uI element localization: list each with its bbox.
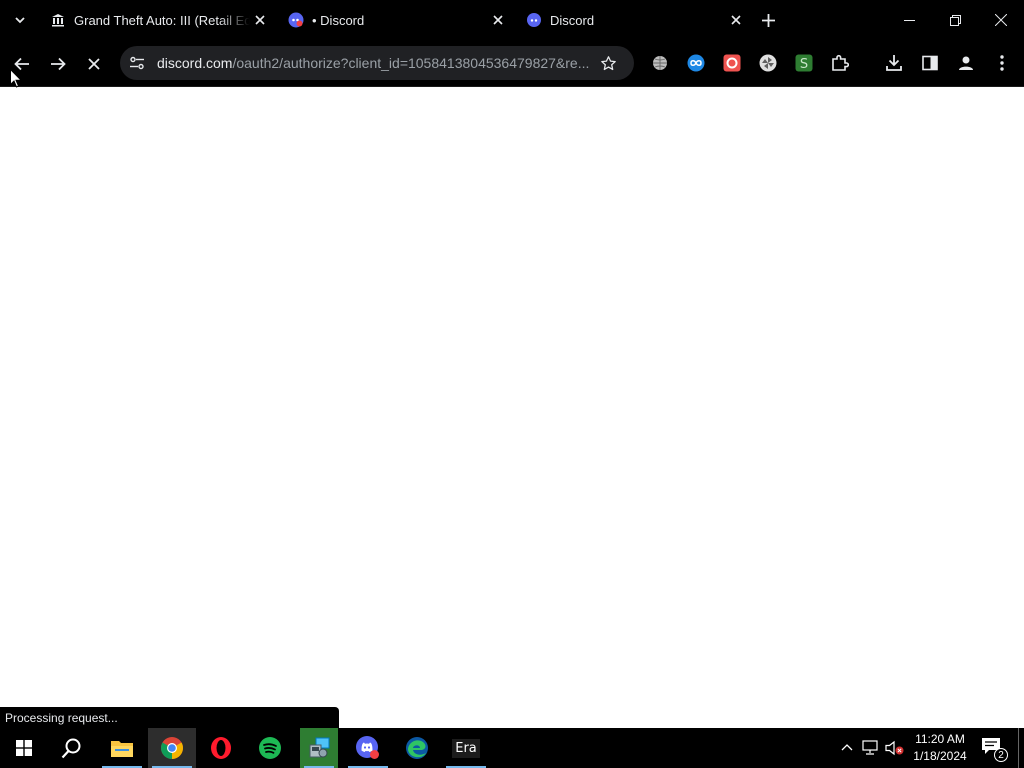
url-path: /oauth2/authorize?client_id=105841380453…: [232, 55, 590, 71]
download-icon[interactable]: [884, 53, 904, 73]
tab-discord[interactable]: Discord: [516, 0, 754, 40]
page-content: [0, 88, 1024, 728]
close-window-icon[interactable]: [978, 0, 1024, 40]
address-bar[interactable]: discord.com/oauth2/authorize?client_id=1…: [120, 46, 634, 80]
svg-text:S: S: [800, 57, 808, 72]
opera-icon[interactable]: [197, 728, 245, 768]
close-tab-icon[interactable]: [726, 10, 746, 30]
puzzle-icon[interactable]: [830, 53, 850, 73]
browser-toolbar: discord.com/oauth2/authorize?client_id=1…: [0, 40, 1024, 87]
forward-arrow-icon[interactable]: [45, 51, 71, 77]
s-icon[interactable]: S: [794, 53, 814, 73]
era-icon[interactable]: Era: [442, 728, 490, 768]
stop-loading-icon[interactable]: [81, 51, 107, 77]
side-panel-icon[interactable]: [920, 53, 940, 73]
chrome-icon[interactable]: [148, 728, 196, 768]
url-host: discord.com: [157, 55, 233, 71]
restore-icon[interactable]: [932, 0, 978, 40]
windows-start-icon[interactable]: [0, 728, 48, 768]
close-tab-icon[interactable]: [488, 10, 508, 30]
infinity-icon[interactable]: [686, 53, 706, 73]
chevron-up-icon[interactable]: [837, 738, 857, 758]
tab-title: Discord: [550, 12, 595, 28]
tab-discord-notification[interactable]: • Discord: [278, 0, 516, 40]
new-tab-icon[interactable]: [757, 9, 779, 31]
spotify-icon[interactable]: [246, 728, 294, 768]
bookmark-star-icon[interactable]: [598, 53, 618, 73]
search-icon[interactable]: [48, 728, 96, 768]
profile-avatar-icon[interactable]: [956, 53, 976, 73]
discord-notification-icon: [288, 12, 304, 28]
system-clock[interactable]: 11:20 AM 1/18/2024: [905, 731, 975, 765]
clock-date: 1/18/2024: [913, 749, 967, 763]
tab-search-chevron-icon[interactable]: [8, 9, 32, 31]
volume-muted-icon[interactable]: [885, 738, 905, 758]
edge-icon[interactable]: [393, 728, 441, 768]
era-label: Era: [452, 738, 480, 758]
bank-icon: [50, 12, 66, 28]
tab-gta3[interactable]: Grand Theft Auto: III (Retail Edition): [40, 0, 278, 40]
mouse-pointer-icon: [10, 69, 22, 88]
tab-strip: Grand Theft Auto: III (Retail Edition) •…: [0, 0, 1024, 40]
windows-taskbar: Era 11:20 AM 1/18/2024 2: [0, 728, 1024, 768]
discord-icon[interactable]: [344, 728, 392, 768]
url-text[interactable]: discord.com/oauth2/authorize?client_id=1…: [157, 55, 597, 71]
tab-title: Grand Theft Auto: III (Retail Edition): [74, 12, 250, 28]
notification-count-badge: 2: [994, 748, 1008, 762]
kebab-menu-icon[interactable]: [992, 53, 1012, 73]
clock-time: 11:20 AM: [915, 732, 965, 746]
site-settings-icon[interactable]: [128, 54, 146, 72]
status-bubble: Processing request...: [0, 707, 339, 728]
pinwheel-icon[interactable]: [758, 53, 778, 73]
minimize-icon[interactable]: [886, 0, 932, 40]
file-explorer-icon[interactable]: [98, 728, 146, 768]
tab-title: • Discord: [312, 12, 365, 28]
discord-icon: [526, 12, 542, 28]
close-tab-icon[interactable]: [250, 10, 270, 30]
show-desktop-button[interactable]: [1018, 728, 1019, 768]
control-panel-icon[interactable]: [300, 728, 338, 768]
opera-gx-icon[interactable]: [722, 53, 742, 73]
globe-icon[interactable]: [650, 53, 670, 73]
network-icon[interactable]: [861, 738, 881, 758]
